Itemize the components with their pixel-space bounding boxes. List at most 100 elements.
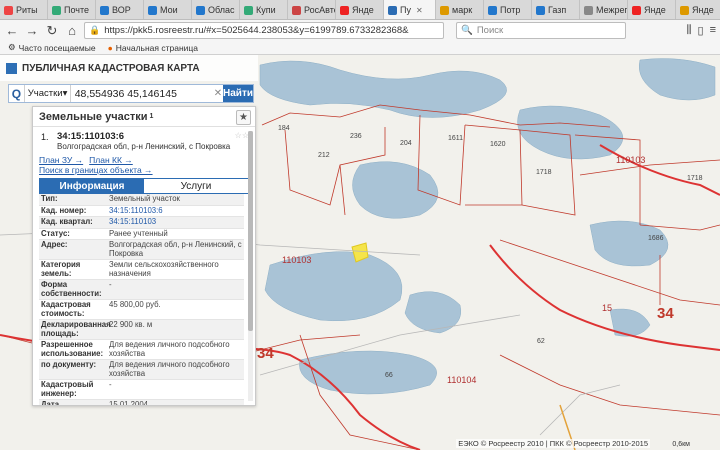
clear-icon[interactable]: ✕ [214,85,223,102]
result-links: План ЗУ → План КК → Поиск в границах объ… [33,153,255,175]
bookmark-frequent[interactable]: ⚙ Часто посещаемые [8,42,96,53]
info-key: Декларированная площадь: [41,320,111,338]
info-key: Кадастровая стоимость: [41,300,91,318]
map-parcel-label: 1718 [536,169,552,176]
link-plan-kk[interactable]: План КК → [89,155,133,165]
reload-icon[interactable]: ↻ [44,23,60,39]
tab-favicon-icon [52,5,61,15]
info-key: Адрес: [41,240,68,249]
scroll-thumb[interactable] [248,131,253,331]
tab-favicon-icon [680,5,689,15]
info-value: Для ведения личного подсобного хозяйства [109,340,230,358]
close-icon[interactable]: ✕ [416,6,423,15]
search-placeholder: Поиск [476,25,504,36]
browser-tab[interactable]: Янде [676,0,720,19]
browser-tab[interactable]: ВОР [96,0,144,19]
app-title: ПУБЛИЧНАЯ КАДАСТРОВАЯ КАРТА [22,62,200,74]
search-input[interactable] [70,85,214,102]
map-parcel-label: 15 [602,303,613,313]
browser-tab[interactable]: Пу ✕ [384,0,436,19]
sidebar-icon[interactable]: ▯ [698,24,704,37]
browser-tab[interactable]: Почте [48,0,96,19]
bookmarks-bar: ⚙ Часто посещаемые ● Начальная страница [0,41,720,55]
map-parcel-label: 212 [318,152,330,159]
search-button[interactable]: Найти [223,85,253,102]
info-row: Статус: Ранее учтенный [39,228,244,240]
lake [259,60,507,118]
browser-tab-strip: РитыПочтеВОРМоиОбласКупиРосАвтоЭЯндеПу✕м… [0,0,720,20]
tab-favicon-icon [536,5,545,15]
map-parcel-label: 110104 [447,375,477,385]
info-row: Адрес: Волгоградская обл, р-н Ленинский, … [39,240,244,260]
tab-favicon-icon [196,5,205,15]
info-value: 22 900 кв. м [109,320,153,329]
lake [517,105,624,160]
results-panel: Земельные участки 1 ★ 1. 34:15:110103:6 В… [32,106,256,406]
map-parcel-label: 66 [385,372,393,379]
info-key: Разрешенное использование: [41,340,104,358]
browser-tab[interactable]: Межрегио [580,0,628,19]
info-row: Форма собственности: - [39,280,244,300]
map-parcel-label: 236 [350,133,362,140]
map-parcel-label: 62 [537,338,545,345]
library-icon[interactable]: ⫼ [686,24,691,37]
tab-services[interactable]: Услуги [144,179,248,193]
map-copyright: ЕЭКО © Росреестр 2010 | ПКК © Росреестр … [456,439,650,448]
info-value[interactable]: 34:15:110103:6 [107,206,244,217]
info-key: Кадастровый инженер: [41,380,94,398]
tab-favicon-icon [292,5,301,15]
map-scale: 0,6км [672,441,690,448]
link-search-in-bounds[interactable]: Поиск в границах объекта → [39,165,153,175]
panel-scrollbar[interactable] [248,131,253,401]
browser-tab[interactable]: РосАвтоЭ [288,0,336,19]
info-value[interactable]: 34:15:110103 [107,217,244,228]
tab-favicon-icon [100,5,109,15]
result-item[interactable]: 1. 34:15:110103:6 Волгоградская обл, р-н… [33,127,255,153]
back-icon[interactable]: ← [4,23,20,39]
browser-tab[interactable]: марк [436,0,484,19]
browser-tab[interactable]: Мои [144,0,192,19]
browser-tab[interactable]: Потр [484,0,532,19]
info-key: Тип: [41,194,58,203]
info-row: Кадастровая стоимость: 45 800,00 руб. [39,300,244,320]
info-row: по документу: Для ведения личного подсобн… [39,360,244,380]
info-row: Декларированная площадь: 22 900 кв. м [39,320,244,340]
browser-tab[interactable]: Облас [192,0,240,19]
tab-favicon-icon [244,5,253,15]
url-text: https://pkk5.rosreestr.ru/#x=5025644.238… [104,25,409,36]
search-type-select[interactable]: Участки ▾ [25,85,71,102]
tab-favicon-icon [340,5,349,15]
menu-icon[interactable]: ≡ [710,24,716,37]
home-icon[interactable]: ⌂ [64,23,80,39]
browser-search-box[interactable]: 🔍 Поиск [456,22,626,39]
info-key: Статус: [41,228,70,238]
rating-stars-icon[interactable]: ☆☆ [235,131,249,140]
info-value: 45 800,00 руб. [109,300,161,309]
info-value: - [109,380,112,389]
info-value: - [109,280,112,289]
app-header: ПУБЛИЧНАЯ КАДАСТРОВАЯ КАРТА [0,55,258,81]
browser-tab[interactable]: Янде [336,0,384,19]
lake [299,350,437,395]
link-plan-zu[interactable]: План ЗУ → [39,155,83,165]
browser-tab[interactable]: Газп [532,0,580,19]
info-row: Кад. номер: 34:15:110103:6 [39,206,244,217]
map-parcel-label: 1718 [687,175,703,182]
url-bar[interactable]: 🔒 https://pkk5.rosreestr.ru/#x=5025644.2… [84,22,444,39]
result-address: Волгоградская обл, р-н Ленинский, с Покр… [57,142,231,151]
browser-tab[interactable]: Янде [628,0,676,19]
info-row: Кад. квартал: 34:15:110103 [39,217,244,229]
browser-tab[interactable]: Купи [240,0,288,19]
info-key: Категория земель: [41,260,81,278]
browser-tab[interactable]: Риты [0,0,48,19]
map-parcel-label: 1611 [448,135,464,142]
forward-icon[interactable]: → [24,23,40,39]
cadastral-search: Q Участки ▾ ✕ Найти [8,84,254,103]
info-value: 15.01.2004 [109,400,149,406]
bookmark-home[interactable]: ● Начальная страница [108,43,198,53]
favorite-star-icon[interactable]: ★ [236,110,251,125]
map-parcel-label: 204 [400,140,412,147]
lake [404,291,462,334]
tab-info[interactable]: Информация [40,179,144,193]
search-icon[interactable]: Q [9,85,25,102]
